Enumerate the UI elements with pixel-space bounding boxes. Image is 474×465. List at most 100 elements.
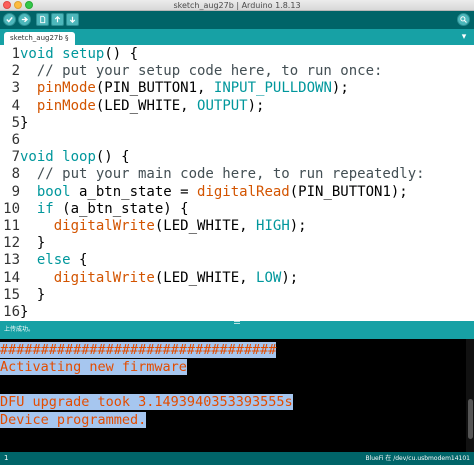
code-token: () {	[104, 46, 139, 62]
line-number: 7	[11, 149, 20, 166]
code-token: INPUT_PULLDOWN	[213, 80, 332, 97]
code-editor[interactable]: 1void setup() {2 // put your setup code …	[0, 45, 474, 321]
code-token: pinMode	[36, 97, 96, 114]
new-button[interactable]	[36, 13, 49, 26]
code-token: // put your main code here, to run repea…	[20, 166, 425, 183]
code-token: (PIN_BUTTON1);	[289, 183, 408, 200]
split-handle-icon[interactable]	[234, 321, 240, 324]
code-token: (PIN_BUTTON1,	[95, 80, 214, 97]
code-line: 9 bool a_btn_state = digitalRead(PIN_BUT…	[0, 184, 408, 201]
verify-icon	[6, 16, 13, 23]
window-title: sketch_aug27b | Arduino 1.8.13	[173, 1, 301, 10]
console-line: ##################################	[0, 341, 277, 360]
console-line: Activating new firmware	[0, 358, 187, 377]
code-line: 4 pinMode(LED_WHITE, OUTPUT);	[0, 97, 265, 115]
code-token: if	[36, 200, 54, 217]
code-token: void	[20, 46, 54, 62]
line-number: 6	[11, 132, 20, 148]
code-token: // put your setup code here, to run once…	[20, 63, 383, 80]
code-text: }	[20, 115, 28, 131]
console-text: ##################################	[0, 342, 277, 358]
open-button[interactable]	[51, 13, 64, 26]
line-number: 8	[11, 166, 20, 183]
code-text: // put your main code here, to run repea…	[20, 166, 425, 182]
save-button[interactable]	[66, 13, 79, 26]
console-text: Activating new firmware	[0, 359, 187, 376]
code-token: digitalWrite	[53, 269, 155, 286]
verify-button[interactable]	[3, 13, 16, 26]
code-token: }	[20, 114, 29, 131]
code-line: 3 pinMode(PIN_BUTTON1, INPUT_PULLDOWN);	[0, 80, 349, 97]
code-line: 1void setup() {	[0, 46, 138, 63]
line-number: 1	[11, 46, 20, 62]
save-icon	[69, 16, 76, 24]
status-message: 上传成功。	[4, 326, 35, 333]
open-icon	[54, 15, 61, 23]
code-text: else {	[20, 252, 88, 269]
serial-monitor-icon	[460, 16, 467, 23]
code-token: else	[36, 252, 71, 269]
code-text: }	[20, 287, 45, 303]
code-token: {	[70, 252, 88, 269]
code-line: 2 // put your setup code here, to run on…	[0, 63, 383, 80]
code-line: 16}	[0, 304, 28, 321]
code-token: () {	[95, 149, 130, 166]
console-scroll-thumb[interactable]	[468, 399, 473, 439]
code-token: );	[289, 218, 307, 234]
line-number: 5	[11, 114, 20, 131]
console-text: DFU upgrade took 3.1493940353393555s	[0, 394, 293, 411]
code-text: digitalWrite(LED_WHITE, HIGH);	[20, 218, 307, 234]
code-token: );	[281, 269, 299, 286]
code-token: }	[20, 304, 29, 320]
code-text: }	[20, 235, 45, 251]
code-token: void	[20, 149, 54, 166]
footer-bar: 1 BlueFi 在 /dev/cu.usbmodem14101	[0, 452, 474, 465]
code-text: digitalWrite(LED_WHITE, LOW);	[20, 270, 298, 286]
board-port-info: BlueFi 在 /dev/cu.usbmodem14101	[365, 455, 470, 462]
line-number: 14	[3, 269, 20, 286]
line-number: 10	[3, 200, 20, 217]
code-line: 14 digitalWrite(LED_WHITE, LOW);	[0, 270, 298, 287]
code-token: pinMode	[36, 80, 96, 97]
tab-strip: sketch_aug27b § ▾	[0, 29, 474, 45]
upload-button[interactable]	[18, 13, 31, 26]
line-number: 3	[11, 80, 20, 97]
code-token: bool	[36, 183, 71, 200]
title-bar: sketch_aug27b | Arduino 1.8.13	[0, 0, 474, 11]
code-text: pinMode(LED_WHITE, OUTPUT);	[20, 97, 265, 114]
line-number: 4	[11, 97, 20, 114]
code-token: }	[20, 286, 46, 303]
line-number: 13	[3, 252, 20, 269]
code-line: 10 if (a_btn_state) {	[0, 200, 188, 218]
console-line: DFU upgrade took 3.1493940353393555s	[0, 393, 293, 412]
console-scrollbar[interactable]	[466, 339, 474, 452]
code-token: }	[20, 235, 46, 252]
code-token: digitalWrite	[53, 218, 155, 234]
code-line: 15 }	[0, 287, 45, 304]
code-token: (LED_WHITE,	[154, 269, 257, 286]
tab-menu-icon[interactable]: ▾	[458, 31, 470, 43]
code-text: }	[20, 304, 28, 320]
cursor-line-number: 1	[4, 454, 9, 462]
output-console[interactable]: ################################## Activa…	[0, 339, 474, 452]
code-token: );	[331, 80, 349, 97]
line-number: 2	[11, 63, 20, 80]
toolbar	[0, 11, 474, 29]
code-token: LOW	[256, 269, 282, 286]
serial-monitor-button[interactable]	[457, 13, 470, 26]
code-text: void setup() {	[20, 46, 138, 62]
tab-sketch[interactable]: sketch_aug27b §	[4, 32, 75, 45]
code-token: a_btn_state =	[70, 183, 198, 200]
new-icon	[40, 15, 46, 24]
code-line: 12 }	[0, 235, 45, 252]
code-token: HIGH	[256, 218, 290, 234]
line-number: 16	[3, 304, 20, 320]
